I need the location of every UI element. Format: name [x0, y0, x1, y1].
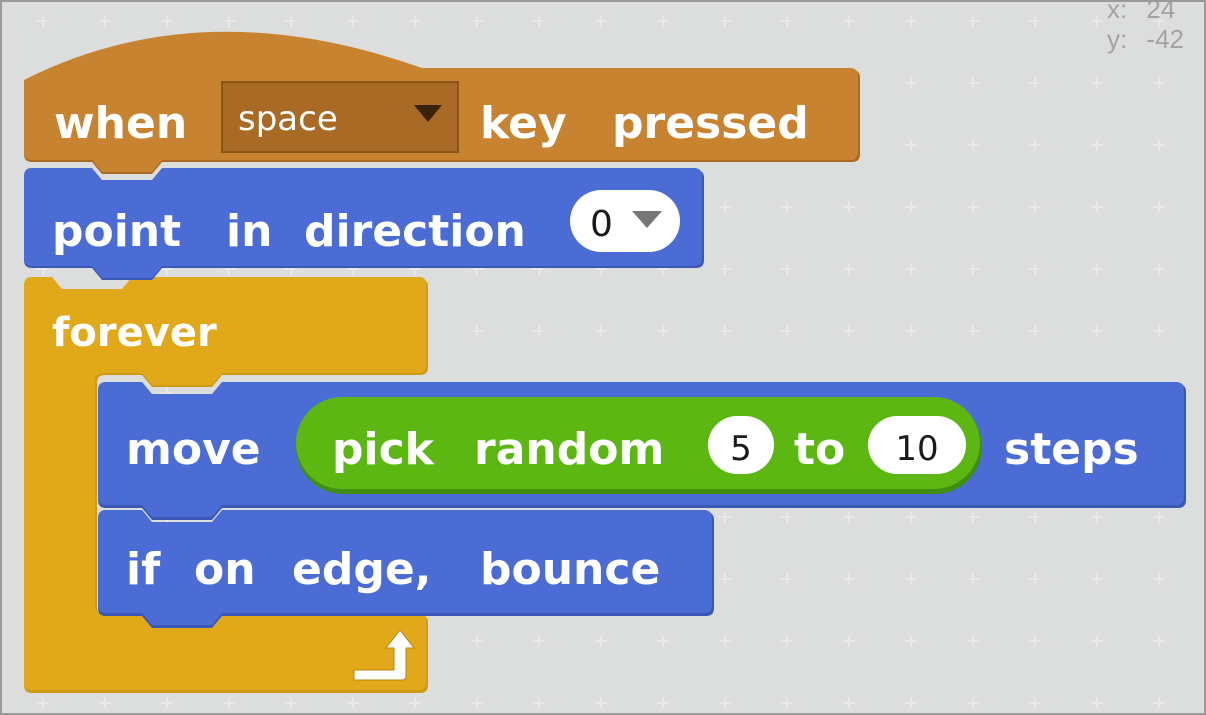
script-area[interactable]: forever when space key pressed point in …	[0, 0, 1206, 715]
move-steps-block[interactable]: move pick random 5 to 10 steps	[98, 382, 1186, 520]
from-value: 5	[730, 429, 752, 469]
direction-input[interactable]: 0	[570, 190, 680, 252]
to-value: 10	[895, 429, 938, 469]
x-coordinate-row: x: 24	[1106, 0, 1184, 24]
x-coordinate-value: 24	[1146, 0, 1176, 24]
y-coordinate-row: y: -42	[1107, 24, 1184, 54]
direction-label: direction	[304, 206, 526, 257]
if-label: if	[126, 544, 161, 595]
scripts-canvas: forever when space key pressed point in …	[2, 2, 1204, 713]
direction-value: 0	[590, 204, 613, 245]
y-coordinate-value: -42	[1146, 24, 1184, 54]
y-coordinate-label: y:	[1106, 24, 1128, 54]
in-label: in	[226, 206, 272, 257]
pressed-label: pressed	[612, 98, 809, 149]
bounce-label: bounce	[480, 544, 660, 595]
when-label: when	[54, 98, 187, 149]
if-on-edge-bounce-block[interactable]: if on edge, bounce	[98, 510, 714, 628]
key-label: key	[480, 98, 567, 149]
pick-random-reporter[interactable]: pick random 5 to 10	[296, 397, 982, 494]
forever-label: forever	[52, 310, 217, 356]
mouse-coordinates: x: 24 y: -42	[1106, 0, 1184, 54]
x-coordinate-label: x:	[1106, 0, 1128, 24]
move-label: move	[126, 424, 261, 475]
to-label: to	[794, 424, 845, 475]
pick-label: pick	[332, 424, 436, 475]
random-label: random	[474, 424, 664, 475]
on-label: on	[194, 544, 256, 595]
key-dropdown-value: space	[238, 99, 338, 139]
edge-label: edge,	[292, 544, 431, 595]
key-dropdown[interactable]: space	[221, 81, 459, 153]
random-from-input[interactable]: 5	[708, 416, 774, 474]
random-to-input[interactable]: 10	[868, 416, 966, 474]
point-label: point	[52, 206, 181, 257]
point-in-direction-block[interactable]: point in direction 0	[24, 168, 704, 280]
steps-label: steps	[1004, 424, 1139, 475]
